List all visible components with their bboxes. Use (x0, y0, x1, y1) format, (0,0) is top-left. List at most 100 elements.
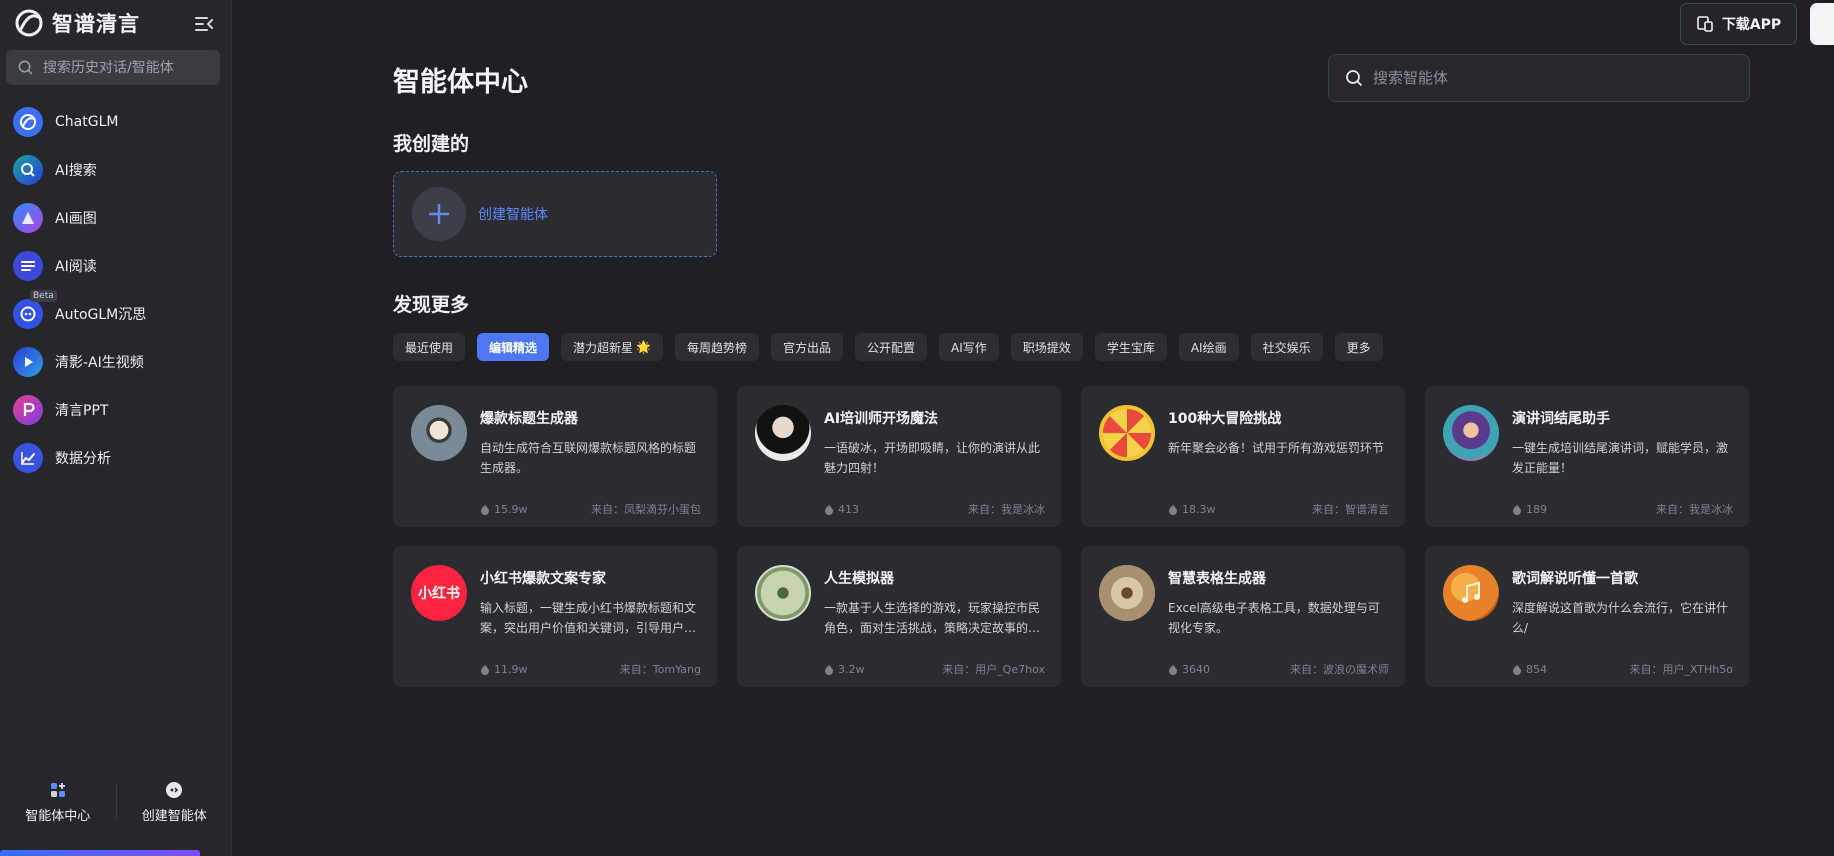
agent-title: 爆款标题生成器 (480, 411, 578, 427)
tab-ai-painting[interactable]: AI绘画 (1178, 333, 1239, 361)
search-icon (18, 60, 33, 75)
user-avatar[interactable] (1810, 3, 1834, 45)
download-app-button[interactable]: 下载APP (1680, 3, 1797, 45)
agent-source: 来自：用户_XTHh5o (1629, 663, 1733, 676)
agent-avatar (1099, 405, 1155, 461)
agent-meta: 854 来自：用户_XTHh5o (1512, 661, 1733, 677)
sidebar-item-ai-search[interactable]: AI搜索 (0, 146, 232, 194)
page-title: 智能体中心 (393, 67, 528, 98)
tab-weekly-trending[interactable]: 每周趋势榜 (675, 333, 760, 361)
usage-count-value: 3640 (1182, 662, 1210, 676)
usage-count-value: 3.2w (838, 662, 865, 676)
tab-more[interactable]: 更多 (1334, 333, 1383, 361)
agent-desc: Excel高级电子表格工具，数据处理与可视化专家。 (1168, 601, 1380, 635)
tab-productivity[interactable]: 职场提效 (1010, 333, 1083, 361)
agent-card[interactable]: 歌词解说听懂一首歌 深度解说这首歌为什么会流行，它在讲什么/ 854 来自：用户… (1425, 546, 1749, 687)
tab-label: 官方出品 (783, 340, 832, 355)
flame-icon (1169, 503, 1177, 515)
brand[interactable]: 智谱清言 (14, 8, 140, 38)
agent-title: 人生模拟器 (824, 571, 894, 587)
sidebar-nav: ChatGLM AI搜索 AI画图 AI阅读 Beta AutoGLM沉思 清影… (0, 98, 232, 482)
usage-count-value: 15.9w (494, 502, 528, 516)
create-agent-side-button[interactable]: 创建智能体 (117, 781, 233, 824)
my-created-title: 我创建的 (393, 133, 470, 155)
tab-public-config[interactable]: 公开配置 (855, 333, 928, 361)
agent-meta: 15.9w 来自：凤梨滴芬小蛋包 (480, 501, 701, 517)
create-agent-card[interactable]: 创建智能体 (393, 171, 717, 257)
usage-count-value: 189 (1526, 502, 1547, 516)
usage-count-value: 11.9w (494, 662, 528, 676)
search-icon (1346, 70, 1362, 86)
xiaohongshu-logo-text: 小红书 (418, 586, 460, 602)
video-icon (13, 347, 43, 377)
agent-search[interactable] (1328, 54, 1750, 102)
agent-search-input[interactable] (1373, 69, 1733, 87)
agent-source: 来自：智谱清言 (1312, 503, 1389, 516)
sidebar-item-label: AutoGLM沉思 (55, 307, 147, 323)
agent-avatar (1443, 405, 1499, 461)
agent-source: 来自：波浪の魔术师 (1290, 663, 1389, 676)
agent-card[interactable]: 100种大冒险挑战 新年聚会必备！试用于所有游戏惩罚环节 18.3w 来自：智谱… (1081, 386, 1405, 527)
sidebar-item-chatglm[interactable]: ChatGLM (0, 98, 232, 146)
sidebar-search[interactable] (6, 50, 220, 85)
collapse-sidebar-button[interactable] (192, 12, 216, 36)
agent-meta: 3640 来自：波浪の魔术师 (1168, 661, 1389, 677)
agent-center-label: 智能体中心 (25, 808, 91, 824)
create-agent-icon (166, 781, 183, 798)
tab-social[interactable]: 社交娱乐 (1250, 333, 1323, 361)
sidebar-item-video[interactable]: 清影-AI生视频 (0, 338, 232, 386)
tab-rising-stars[interactable]: 潜力超新星 🌟 (561, 333, 663, 361)
tab-label: 最近使用 (405, 340, 454, 355)
tab-editor-picks[interactable]: 编辑精选 (477, 333, 550, 361)
tab-official[interactable]: 官方出品 (771, 333, 844, 361)
usage-count: 854 (1512, 663, 1547, 676)
sidebar-item-autoglm[interactable]: Beta AutoGLM沉思 (0, 290, 232, 338)
sidebar-item-label: 数据分析 (55, 451, 111, 467)
agent-card[interactable]: AI培训师开场魔法 一语破冰，开场即吸睛，让你的演讲从此魅力四射！ 413 来自… (737, 386, 1061, 527)
sidebar-item-ai-read[interactable]: AI阅读 (0, 242, 232, 290)
flame-icon (825, 663, 833, 675)
flame-icon (1169, 663, 1177, 675)
sidebar-search-input[interactable] (43, 59, 203, 76)
agent-card[interactable]: 智慧表格生成器 Excel高级电子表格工具，数据处理与可视化专家。 3640 来… (1081, 546, 1405, 687)
tab-student[interactable]: 学生宝库 (1094, 333, 1167, 361)
agent-meta: 413 来自：我是冰冰 (824, 501, 1045, 517)
usage-count: 15.9w (480, 503, 528, 516)
agent-source: 来自：TomYang (619, 663, 701, 676)
sidebar-item-ppt[interactable]: 清言PPT (0, 386, 232, 434)
agent-card[interactable]: 小红书 小红书爆款文案专家 输入标题，一键生成小红书爆款标题和文案，突出用户价值… (393, 546, 717, 687)
usage-count-value: 854 (1526, 662, 1547, 676)
create-agent-card-label: 创建智能体 (478, 207, 548, 223)
sidebar-item-ai-draw[interactable]: AI画图 (0, 194, 232, 242)
agent-card[interactable]: 爆款标题生成器 自动生成符合互联网爆款标题风格的标题生成器。 15.9w 来自：… (393, 386, 717, 527)
agent-source: 来自：我是冰冰 (968, 503, 1045, 516)
sidebar-item-label: ChatGLM (55, 114, 119, 130)
agent-grid-icon (50, 782, 65, 797)
tab-ai-writing[interactable]: AI写作 (939, 333, 999, 361)
tab-label: AI绘画 (1190, 340, 1227, 355)
agent-card[interactable]: 人生模拟器 一款基于人生选择的游戏，玩家操控市民角色，面对生活挑战，策略决定故事… (737, 546, 1061, 687)
usage-count: 189 (1512, 503, 1547, 516)
category-tabs: 最近使用 编辑精选 潜力超新星 🌟 每周趋势榜 官方出品 公开配置 AI写作 职场… (393, 333, 1383, 361)
usage-count-value: 18.3w (1182, 502, 1216, 516)
ai-read-icon (13, 251, 43, 281)
agent-desc: 输入标题，一键生成小红书爆款标题和文案，突出用户价值和关键词，引导用户互动。 (480, 601, 697, 635)
sidebar-item-label: 清影-AI生视频 (55, 355, 144, 371)
sidebar-bottom-strip (0, 850, 200, 856)
tab-recent[interactable]: 最近使用 (393, 333, 466, 361)
flame-icon (825, 503, 833, 515)
agent-center-button[interactable]: 智能体中心 (0, 781, 116, 824)
agent-title: 演讲词结尾助手 (1512, 411, 1610, 427)
agent-title: AI培训师开场魔法 (824, 411, 939, 427)
create-agent-label: 创建智能体 (141, 808, 207, 824)
tab-label: 公开配置 (867, 340, 916, 355)
star-icon: 🌟 (636, 340, 651, 354)
sidebar-item-data-analysis[interactable]: 数据分析 (0, 434, 232, 482)
agent-card-grid: 爆款标题生成器 自动生成符合互联网爆款标题风格的标题生成器。 15.9w 来自：… (393, 386, 1750, 687)
agent-title: 智慧表格生成器 (1168, 571, 1266, 587)
tab-label: 学生宝库 (1106, 340, 1155, 355)
agent-desc: 深度解说这首歌为什么会流行，它在讲什么/ (1512, 601, 1729, 635)
agent-card[interactable]: 演讲词结尾助手 一键生成培训结尾演讲词，赋能学员，激发正能量！ 189 来自：我… (1425, 386, 1749, 527)
tab-label: 职场提效 (1022, 340, 1071, 355)
agent-source: 来自：我是冰冰 (1656, 503, 1733, 516)
